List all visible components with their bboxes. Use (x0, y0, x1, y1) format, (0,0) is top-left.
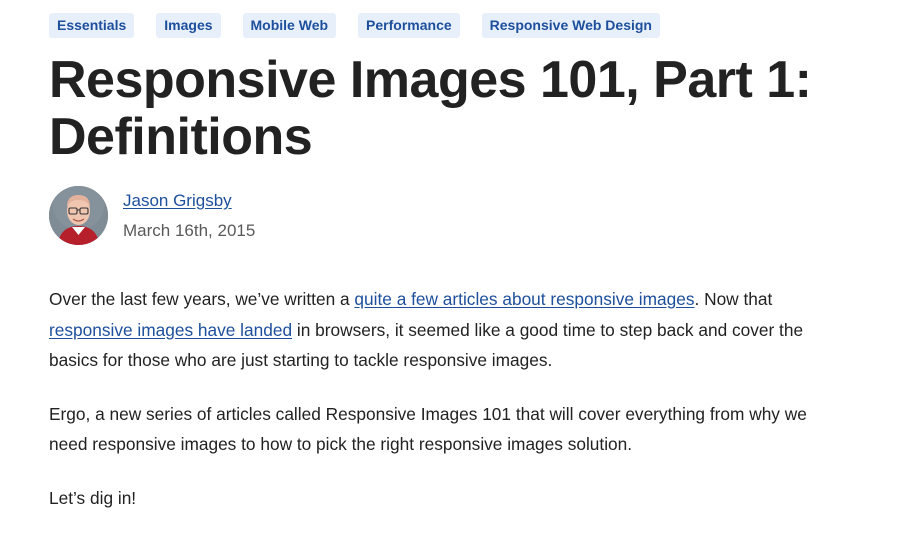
tag-list: Essentials Images Mobile Web Performance… (49, 13, 660, 38)
paragraph-series: Ergo, a new series of articles called Re… (49, 403, 807, 455)
landed-link[interactable]: responsive images have landed (49, 320, 292, 340)
publish-date: March 16th, 2015 (123, 221, 256, 240)
avatar[interactable] (49, 186, 108, 245)
article-body: Over the last few years, we’ve written a… (49, 284, 829, 536)
author-meta: Jason Grigsby March 16th, 2015 (123, 186, 255, 243)
paragraph-intro: Over the last few years, we’ve written a… (49, 284, 829, 376)
paragraph-text: Over the last few years, we’ve written a (49, 289, 355, 309)
byline: Jason Grigsby March 16th, 2015 (49, 186, 255, 246)
tag-responsive-web-design[interactable]: Responsive Web Design (481, 13, 660, 38)
author-link[interactable]: Jason Grigsby (123, 189, 255, 213)
author-portrait-icon (49, 186, 108, 245)
page-title: Responsive Images 101, Part 1: Definitio… (49, 51, 812, 166)
paragraph-text: . Now that (694, 289, 773, 309)
tag-images[interactable]: Images (156, 13, 221, 38)
tag-mobile-web[interactable]: Mobile Web (242, 13, 337, 38)
tag-essentials[interactable]: Essentials (49, 13, 135, 38)
paragraph-dig-in: Let’s dig in! (49, 487, 137, 508)
tag-performance[interactable]: Performance (358, 13, 460, 38)
articles-link[interactable]: quite a few articles about responsive im… (354, 289, 694, 309)
